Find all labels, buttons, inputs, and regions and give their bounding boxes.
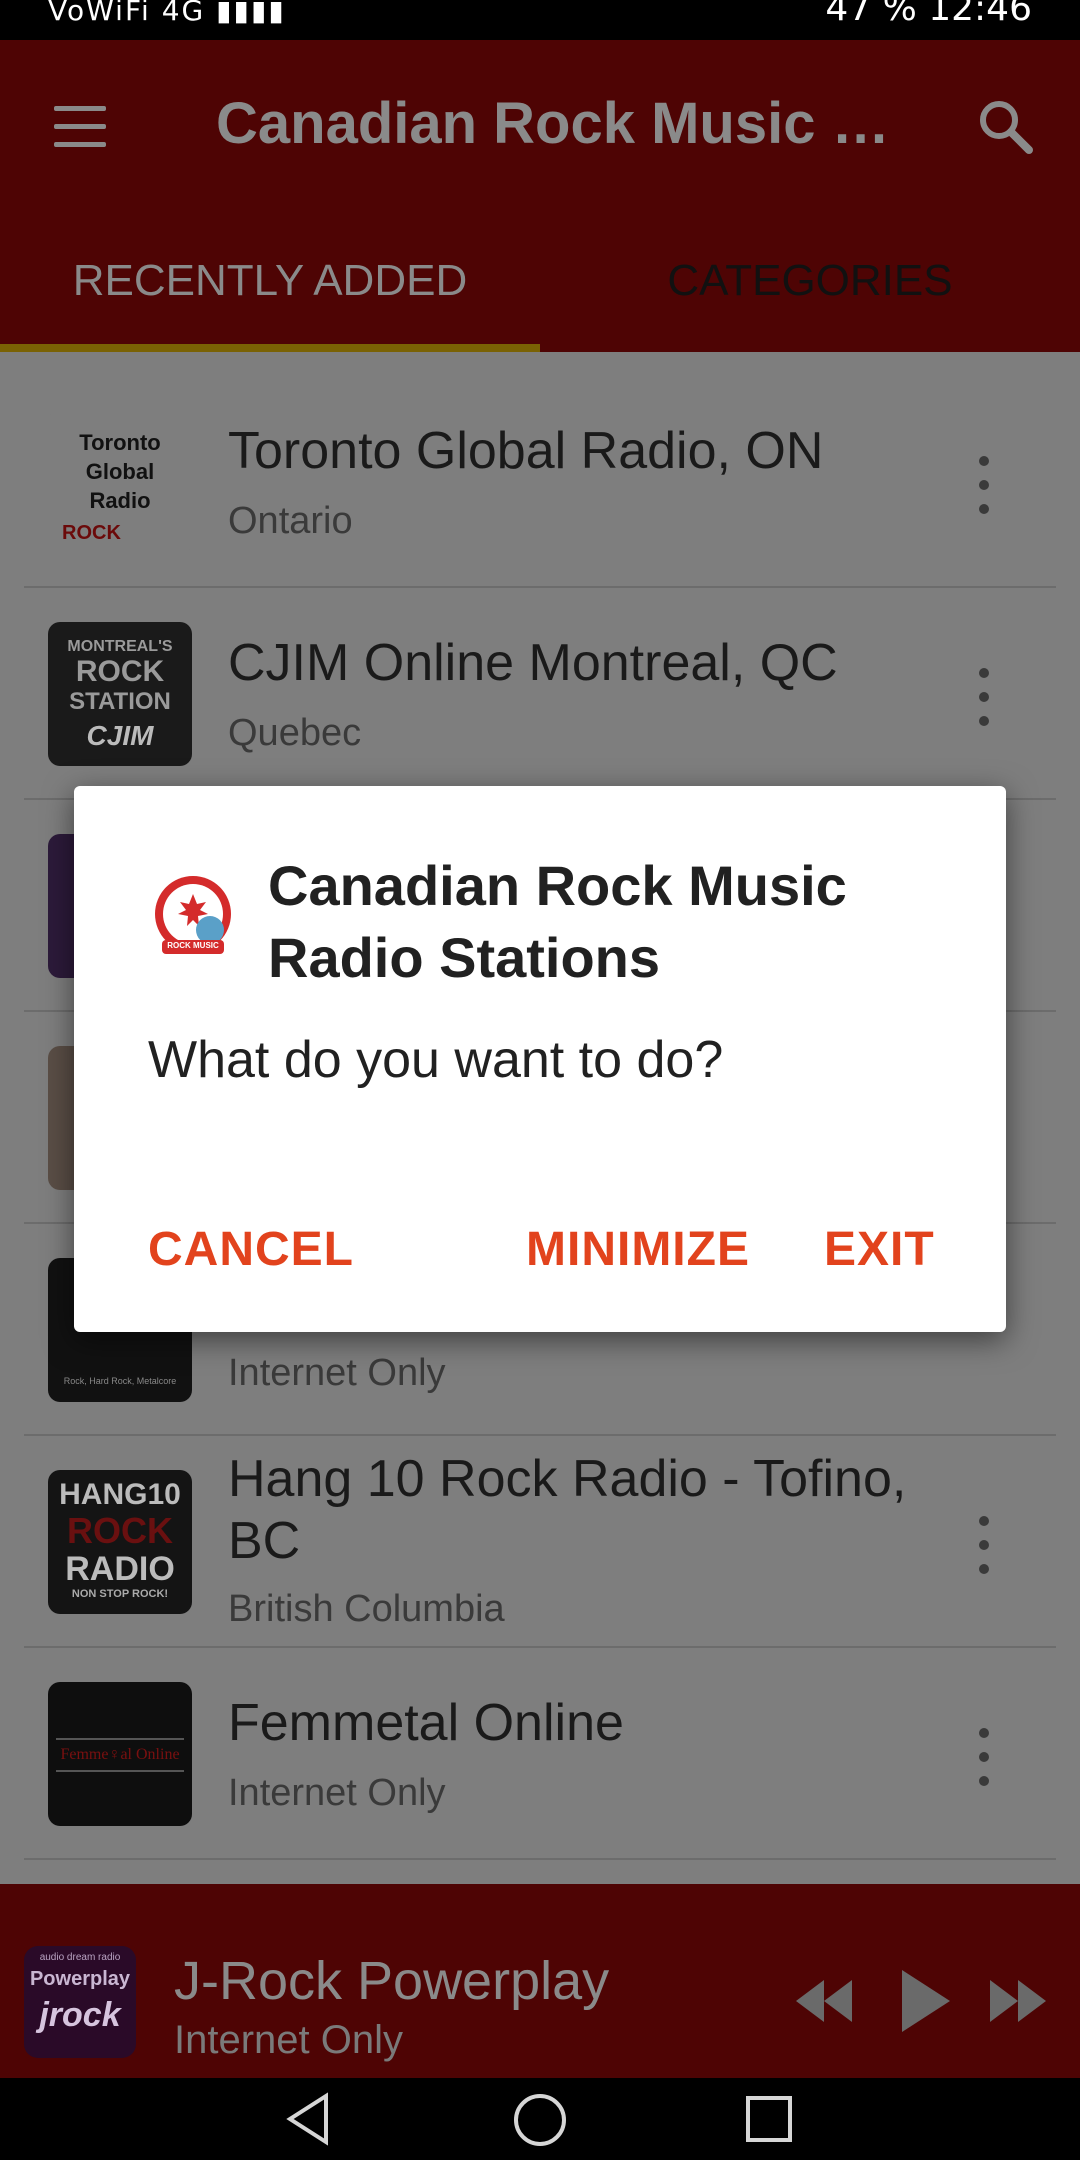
app-title: Canadian Rock Music R... bbox=[216, 91, 896, 156]
more-options-icon[interactable] bbox=[974, 668, 994, 728]
play-icon[interactable] bbox=[898, 1966, 954, 2036]
logo-tag: NON STOP ROCK! bbox=[71, 1588, 169, 1600]
app-logo-icon: ROCK MUSIC bbox=[150, 874, 236, 960]
station-region: Ontario bbox=[228, 500, 353, 542]
logo-text-line: Radio bbox=[89, 488, 151, 513]
tab-recently-added[interactable]: RECENTLY ADDED bbox=[0, 256, 540, 316]
tab-categories[interactable]: CATEGORIES bbox=[540, 256, 1080, 316]
dialog-title: Canadian Rock Music Radio Stations bbox=[268, 854, 847, 989]
station-region: Quebec bbox=[228, 712, 362, 754]
exit-dialog: ROCK MUSIC Canadian Rock Music Radio Sta… bbox=[74, 786, 1006, 1332]
player-title: J-Rock Powerplay bbox=[174, 1951, 610, 2011]
dialog-message: What do you want to do? bbox=[148, 1031, 724, 1089]
list-item[interactable]: Toronto Global Radio ROCK Toronto Global… bbox=[24, 376, 1056, 588]
home-icon[interactable] bbox=[512, 2092, 568, 2148]
logo-text-line: Powerplay bbox=[29, 1968, 131, 1990]
fast-forward-icon[interactable] bbox=[988, 1976, 1048, 2026]
search-icon[interactable] bbox=[975, 96, 1035, 156]
exit-button[interactable]: EXIT bbox=[824, 1222, 935, 1277]
station-logo: Toronto Global Radio ROCK bbox=[48, 410, 192, 554]
list-item[interactable]: MONTREAL'S ROCK STATION CJIM CJIM Online… bbox=[24, 588, 1056, 800]
logo-text-line: jrock bbox=[39, 1996, 121, 2034]
logo-text-line: STATION bbox=[69, 688, 171, 715]
system-nav-bar bbox=[0, 2078, 1080, 2160]
logo-caption: Rock, Hard Rock, Metalcore bbox=[63, 1376, 177, 1386]
logo-caption: ROCK MUSIC bbox=[167, 941, 219, 950]
player-subtitle: Internet Only bbox=[174, 2018, 404, 2062]
station-region: Internet Only bbox=[228, 1352, 446, 1394]
logo-text-line: HANG10 bbox=[59, 1478, 181, 1511]
list-item[interactable]: Femme♀al Online Femmetal Online Internet… bbox=[24, 1648, 1056, 1860]
tab-indicator bbox=[0, 344, 540, 352]
player-station-logo: audio dream radio Powerplay jrock bbox=[24, 1946, 136, 2058]
logo-text-line: Femme♀al Online bbox=[56, 1738, 184, 1772]
station-title: Hang 10 Rock Radio - Tofino, BC bbox=[228, 1450, 907, 1570]
logo-text-line: ROCK bbox=[67, 1510, 173, 1551]
back-icon[interactable] bbox=[286, 2092, 330, 2146]
station-logo: Femme♀al Online bbox=[48, 1682, 192, 1826]
logo-text-line: RADIO bbox=[65, 1550, 175, 1588]
logo-text-line: Global bbox=[85, 459, 155, 484]
station-logo: MONTREAL'S ROCK STATION CJIM bbox=[48, 622, 192, 766]
list-item[interactable]: HANG10 ROCK RADIO NON STOP ROCK! Hang 10… bbox=[24, 1436, 1056, 1648]
list-item[interactable] bbox=[24, 1860, 1056, 1884]
more-options-icon[interactable] bbox=[974, 456, 994, 516]
station-title: Femmetal Online bbox=[228, 1694, 624, 1752]
logo-text-line: audio dream radio bbox=[39, 1952, 121, 1963]
logo-text-line: Toronto bbox=[79, 430, 161, 455]
rewind-icon[interactable] bbox=[794, 1976, 854, 2026]
logo-tag: CJIM bbox=[86, 720, 154, 751]
status-icons: VoWiFi 4G ▮▮▮▮ bbox=[48, 0, 286, 27]
logo-text-line: MONTREAL'S bbox=[67, 638, 173, 655]
status-bar: VoWiFi 4G ▮▮▮▮ 47 % 12:46 bbox=[0, 0, 1080, 40]
logo-tag: ROCK bbox=[62, 522, 121, 544]
station-region: Internet Only bbox=[228, 1772, 446, 1814]
status-time-battery: 47 % 12:46 bbox=[825, 0, 1032, 29]
more-options-icon[interactable] bbox=[974, 1728, 994, 1788]
recents-icon[interactable] bbox=[744, 2094, 794, 2144]
minimize-button[interactable]: MINIMIZE bbox=[526, 1222, 750, 1277]
cancel-button[interactable]: CANCEL bbox=[148, 1222, 354, 1277]
station-title: Toronto Global Radio, ON bbox=[228, 422, 824, 480]
station-region: British Columbia bbox=[228, 1588, 505, 1630]
logo-text-line: ROCK bbox=[75, 655, 165, 688]
more-options-icon[interactable] bbox=[974, 1516, 994, 1576]
station-title: CJIM Online Montreal, QC bbox=[228, 634, 838, 692]
station-logo: HANG10 ROCK RADIO NON STOP ROCK! bbox=[48, 1470, 192, 1614]
menu-icon[interactable] bbox=[48, 100, 112, 156]
